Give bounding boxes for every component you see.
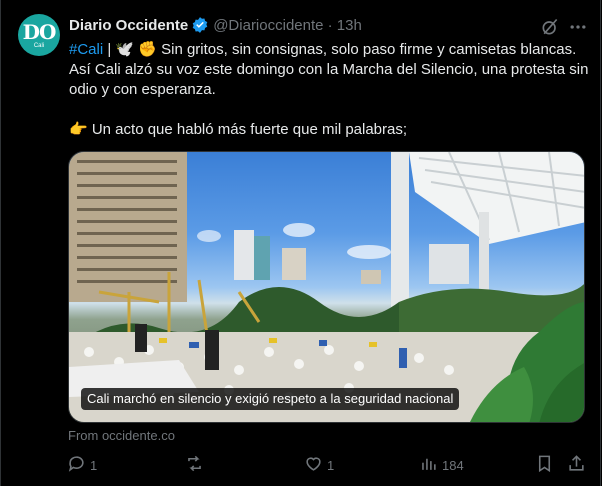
tweet-card[interactable]: DO Cali Diario Occidente @Diarioccidente… xyxy=(0,0,601,486)
avatar-monogram: DO xyxy=(22,19,57,44)
bookmark-button[interactable] xyxy=(535,452,554,478)
avatar[interactable]: DO Cali xyxy=(18,14,60,56)
verified-icon xyxy=(191,16,209,34)
tweet-paragraph-2: 👉 Un acto que habló más fuerte que mil p… xyxy=(69,121,408,138)
tweet-paragraph-1-text: | 🕊️ ✊ Sin gritos, sin consignas, solo p… xyxy=(69,41,589,98)
grok-icon[interactable] xyxy=(539,16,561,38)
views-button[interactable]: 184 xyxy=(419,452,464,478)
reply-count: 1 xyxy=(90,457,98,473)
tweet-text: #Cali | 🕊️ ✊ Sin gritos, sin consignas, … xyxy=(69,40,589,140)
share-button[interactable] xyxy=(567,452,586,478)
like-count: 1 xyxy=(327,457,335,473)
reply-button[interactable]: 1 xyxy=(67,452,97,478)
views-icon xyxy=(419,454,438,476)
tweet-paragraph-1: #Cali | 🕊️ ✊ Sin gritos, sin consignas, … xyxy=(69,40,589,100)
media-card[interactable]: Cali marchó en silencio y exigió respeto… xyxy=(68,151,585,423)
handle-time[interactable]: @Diarioccidente · 13h xyxy=(213,17,362,34)
link-source[interactable]: From occidente.co xyxy=(68,428,175,443)
like-button[interactable]: 1 xyxy=(304,452,334,478)
repost-icon xyxy=(185,454,204,476)
hashtag-link[interactable]: #Cali xyxy=(69,41,103,58)
share-icon xyxy=(567,454,586,476)
repost-button[interactable] xyxy=(185,452,208,478)
like-icon xyxy=(304,454,323,476)
bookmark-icon xyxy=(535,454,554,476)
action-bar: 1 1 184 xyxy=(61,452,591,478)
views-count: 184 xyxy=(442,457,464,473)
author-name[interactable]: Diario Occidente xyxy=(69,17,188,34)
reply-icon xyxy=(67,454,86,476)
tweet-header: Diario Occidente @Diarioccidente · 13h xyxy=(69,14,362,36)
media-caption: Cali marchó en silencio y exigió respeto… xyxy=(81,388,460,410)
media-image xyxy=(69,152,584,422)
avatar-sub: Cali xyxy=(33,42,45,49)
more-icon[interactable] xyxy=(567,16,589,38)
